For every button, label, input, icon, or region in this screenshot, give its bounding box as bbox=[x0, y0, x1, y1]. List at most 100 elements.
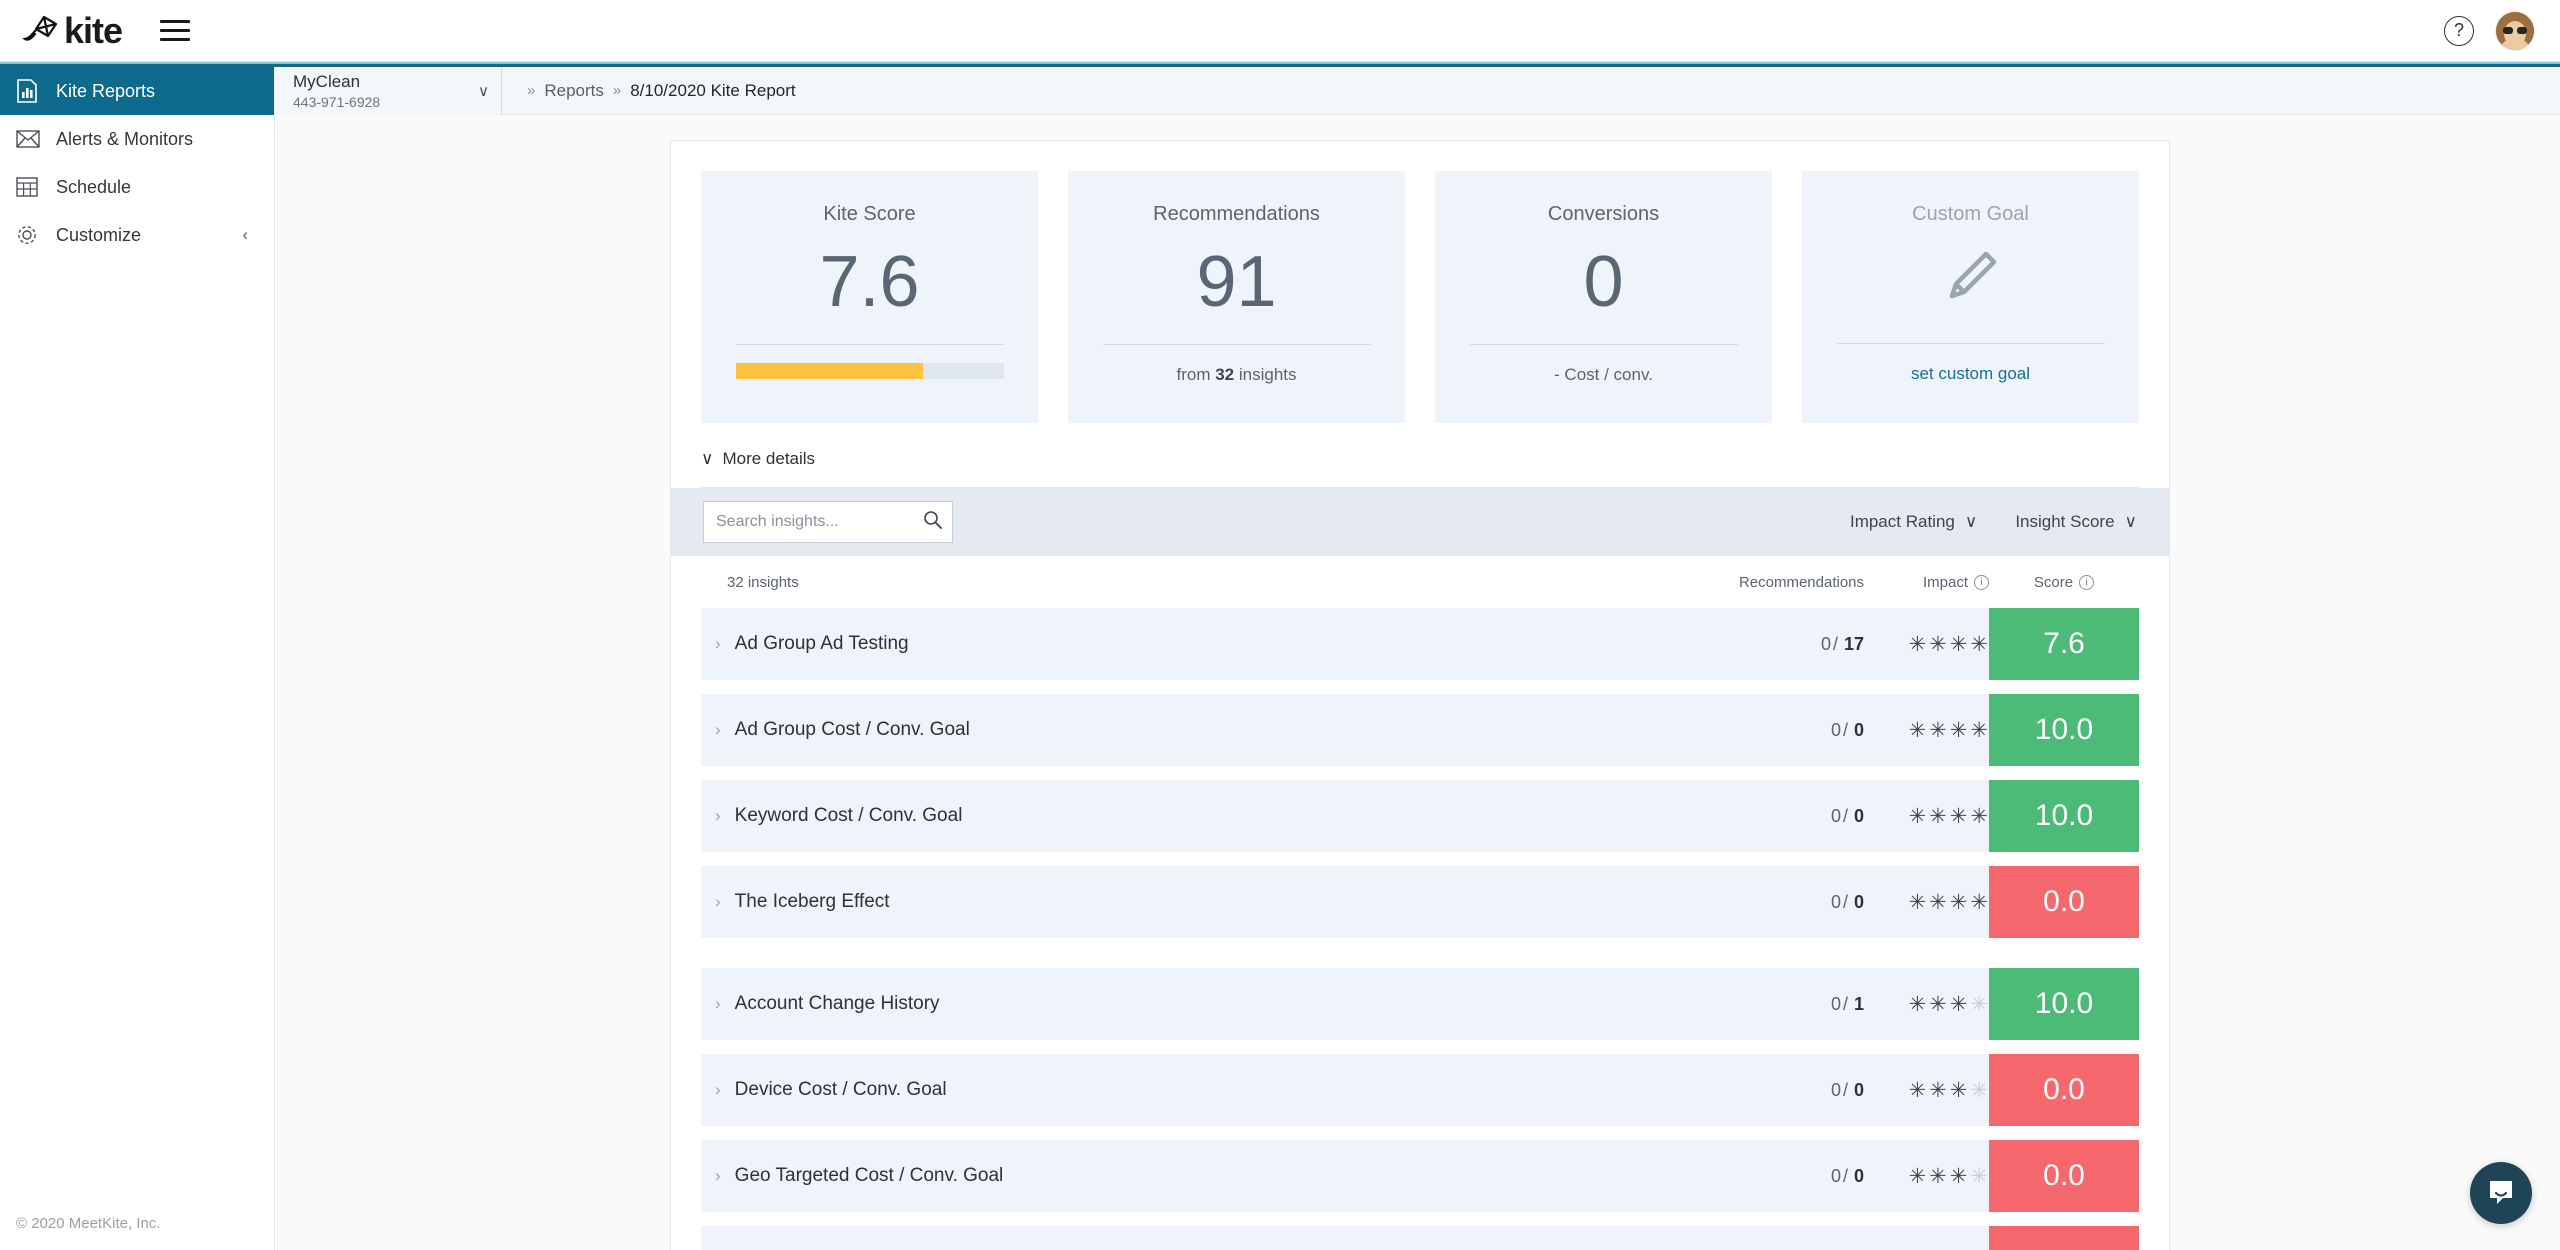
insight-name-cell[interactable]: › Geo Targeted Cost / Conv. Goal bbox=[701, 1140, 1654, 1212]
kpi-sub-prefix: from bbox=[1176, 365, 1216, 384]
account-selector[interactable]: MyClean 443-971-6928 ∨ bbox=[275, 67, 502, 115]
recs-total: 0 bbox=[1853, 1165, 1864, 1186]
kpi-value: 0 bbox=[1583, 242, 1624, 322]
star-filled-icon: ✳ bbox=[1929, 992, 1948, 1016]
top-bar: kite ? bbox=[0, 0, 2560, 62]
chevron-down-icon[interactable]: ∨ bbox=[478, 82, 489, 100]
recs-done: 0 bbox=[1830, 993, 1841, 1014]
table-row[interactable]: › Ad Group Ad Testing 0 / 17 ✳ ✳ ✳ ✳ 7.6 bbox=[701, 608, 2139, 680]
chevron-down-icon: ∨ bbox=[701, 449, 714, 468]
recs-total: 0 bbox=[1853, 891, 1864, 912]
hamburger-menu-icon[interactable] bbox=[160, 20, 191, 41]
recommendations-cell: 0 / 0 bbox=[1654, 1054, 1864, 1126]
table-row[interactable]: › Device Cost / Conv. Goal 0 / 0 ✳ ✳ ✳ ✳ 0.0 bbox=[701, 1054, 2139, 1126]
table-row[interactable]: ›Day of Week Cost / Conv. Goal0 / 0✳✳✳✳0… bbox=[701, 1226, 2139, 1250]
star-filled-icon: ✳ bbox=[1908, 1164, 1928, 1188]
kpi-card-conversions: Conversions 0 - Cost / conv. bbox=[1435, 171, 1772, 423]
account-name: MyClean bbox=[293, 72, 361, 92]
insight-name: The Iceberg Effect bbox=[734, 891, 890, 912]
recs-total: 17 bbox=[1843, 633, 1864, 654]
sidebar-item-schedule[interactable]: Schedule bbox=[0, 163, 274, 211]
help-question-icon[interactable]: ? bbox=[2444, 15, 2474, 46]
chevron-right-icon[interactable]: › bbox=[715, 994, 721, 1014]
table-row[interactable]: › Ad Group Cost / Conv. Goal 0 / 0 ✳ ✳ ✳ ✳ 10.0 bbox=[701, 694, 2139, 766]
kpi-card-row: Kite Score 7.6 Recommendations 91 from 3… bbox=[671, 141, 2169, 423]
impact-rating-cell: ✳✳✳✳ bbox=[1864, 968, 1989, 1040]
chevron-right-icon[interactable]: › bbox=[715, 892, 721, 912]
more-details-toggle[interactable]: ∨ More details bbox=[701, 449, 2139, 488]
insight-name-cell[interactable]: › The Iceberg Effect bbox=[701, 866, 1654, 938]
search-icon[interactable] bbox=[923, 510, 942, 534]
set-custom-goal-link[interactable]: set custom goal bbox=[1911, 364, 2030, 384]
impact-rating-filter[interactable]: Impact Rating ∨ bbox=[1850, 512, 1977, 532]
info-icon[interactable]: i bbox=[1974, 574, 1989, 590]
recs-done: 0 bbox=[1820, 633, 1831, 654]
chevron-right-icon[interactable]: › bbox=[715, 720, 721, 740]
kpi-card-custom-goal: Custom Goal set custom goal bbox=[1802, 171, 2139, 423]
impact-rating-cell: ✳✳✳✳ bbox=[1864, 780, 1989, 852]
envelope-icon bbox=[16, 130, 50, 148]
table-row[interactable]: › Geo Targeted Cost / Conv. Goal 0 / 0 ✳ ✳ ✳ ✳… bbox=[701, 1140, 2139, 1212]
column-header-score: Score i bbox=[1989, 574, 2139, 591]
insight-name-cell[interactable]: › Account Change History bbox=[701, 968, 1654, 1040]
chevron-right-icon[interactable]: › bbox=[715, 634, 721, 654]
insights-count: 32 insights bbox=[727, 573, 799, 591]
insight-name-cell[interactable]: › Keyword Cost / Conv. Goal bbox=[701, 780, 1654, 852]
insight-name: Ad Group Cost / Conv. Goal bbox=[734, 719, 970, 740]
account-breadcrumb-bar: MyClean 443-971-6928 ∨ » Reports » 8/10/… bbox=[275, 67, 2560, 115]
sidebar-item-alerts-monitors[interactable]: Alerts & Monitors bbox=[0, 115, 274, 163]
impact-rating-cell: ✳✳✳✳ bbox=[1864, 1226, 1989, 1250]
star-filled-icon: ✳ bbox=[1949, 718, 1969, 742]
breadcrumb-separator: » bbox=[527, 82, 536, 99]
insight-name-cell[interactable]: › Ad Group Ad Testing bbox=[701, 608, 1654, 680]
brand-logo[interactable]: kite bbox=[22, 12, 123, 49]
gear-icon bbox=[16, 224, 50, 246]
star-filled-icon: ✳ bbox=[1949, 992, 1969, 1016]
recommendations-cell: 0 / 0 bbox=[1654, 694, 1864, 766]
recs-done: 0 bbox=[1830, 891, 1841, 912]
column-header-recommendations: Recommendations bbox=[1738, 573, 1864, 591]
chevron-right-icon[interactable]: › bbox=[715, 1080, 721, 1100]
insight-score-badge: 10.0 bbox=[1989, 694, 2139, 766]
insight-score-filter[interactable]: Insight Score ∨ bbox=[2015, 512, 2137, 532]
intercom-chat-icon[interactable] bbox=[2470, 1162, 2532, 1224]
insight-score-badge: 10.0 bbox=[1989, 968, 2139, 1040]
recommendations-cell: 0 / 1 bbox=[1654, 968, 1864, 1040]
chevron-right-icon[interactable]: › bbox=[715, 806, 721, 826]
column-header-impact: Impact i bbox=[1864, 574, 1989, 591]
kite-logo-icon bbox=[22, 14, 64, 48]
kite-score-progress-bar bbox=[735, 363, 1004, 379]
kpi-title: Kite Score bbox=[823, 203, 916, 225]
more-details-label: More details bbox=[722, 449, 816, 468]
kpi-sub-suffix: insights bbox=[1234, 365, 1297, 384]
pencil-edit-icon[interactable] bbox=[1934, 238, 2008, 317]
insight-name-cell[interactable]: ›Day of Week Cost / Conv. Goal bbox=[701, 1226, 1654, 1250]
sidebar-item-kite-reports[interactable]: Kite Reports bbox=[0, 67, 274, 115]
user-avatar[interactable] bbox=[2496, 11, 2534, 50]
kpi-card-recommendations: Recommendations 91 from 32 insights bbox=[1068, 171, 1405, 423]
breadcrumb: » Reports » 8/10/2020 Kite Report bbox=[502, 67, 796, 114]
star-filled-icon: ✳ bbox=[1908, 632, 1928, 656]
info-icon[interactable]: i bbox=[2079, 574, 2095, 590]
insight-name-cell[interactable]: › Device Cost / Conv. Goal bbox=[701, 1054, 1654, 1126]
breadcrumb-reports-link[interactable]: Reports bbox=[544, 81, 604, 101]
insight-name: Geo Targeted Cost / Conv. Goal bbox=[734, 1165, 1004, 1186]
sidebar-item-label: Schedule bbox=[56, 176, 132, 197]
search-input[interactable] bbox=[716, 513, 923, 531]
recs-separator: / bbox=[1842, 993, 1848, 1014]
table-row[interactable]: › The Iceberg Effect 0 / 0 ✳ ✳ ✳ ✳ 0.0 bbox=[701, 866, 2139, 938]
insight-score-badge: 0.0 bbox=[1989, 1140, 2139, 1212]
chevron-left-icon[interactable]: ‹ bbox=[242, 225, 248, 245]
chevron-right-icon[interactable]: › bbox=[715, 1166, 721, 1186]
insight-name-cell[interactable]: › Ad Group Cost / Conv. Goal bbox=[701, 694, 1654, 766]
recs-done: 0 bbox=[1830, 719, 1841, 740]
star-filled-icon: ✳ bbox=[1949, 632, 1969, 656]
table-row[interactable]: › Account Change History 0 / 1 ✳ ✳ ✳ ✳ 10.0 bbox=[701, 968, 2139, 1040]
search-insights-box[interactable] bbox=[703, 501, 953, 543]
table-row[interactable]: › Keyword Cost / Conv. Goal 0 / 0 ✳ ✳ ✳ ✳ 10.0 bbox=[701, 780, 2139, 852]
report-chart-icon bbox=[16, 79, 50, 103]
account-id: 443-971-6928 bbox=[293, 93, 381, 110]
sidebar-item-label: Alerts & Monitors bbox=[56, 128, 194, 149]
insight-name: Keyword Cost / Conv. Goal bbox=[734, 805, 963, 826]
sidebar-item-customize[interactable]: Customize ‹ bbox=[0, 211, 274, 259]
